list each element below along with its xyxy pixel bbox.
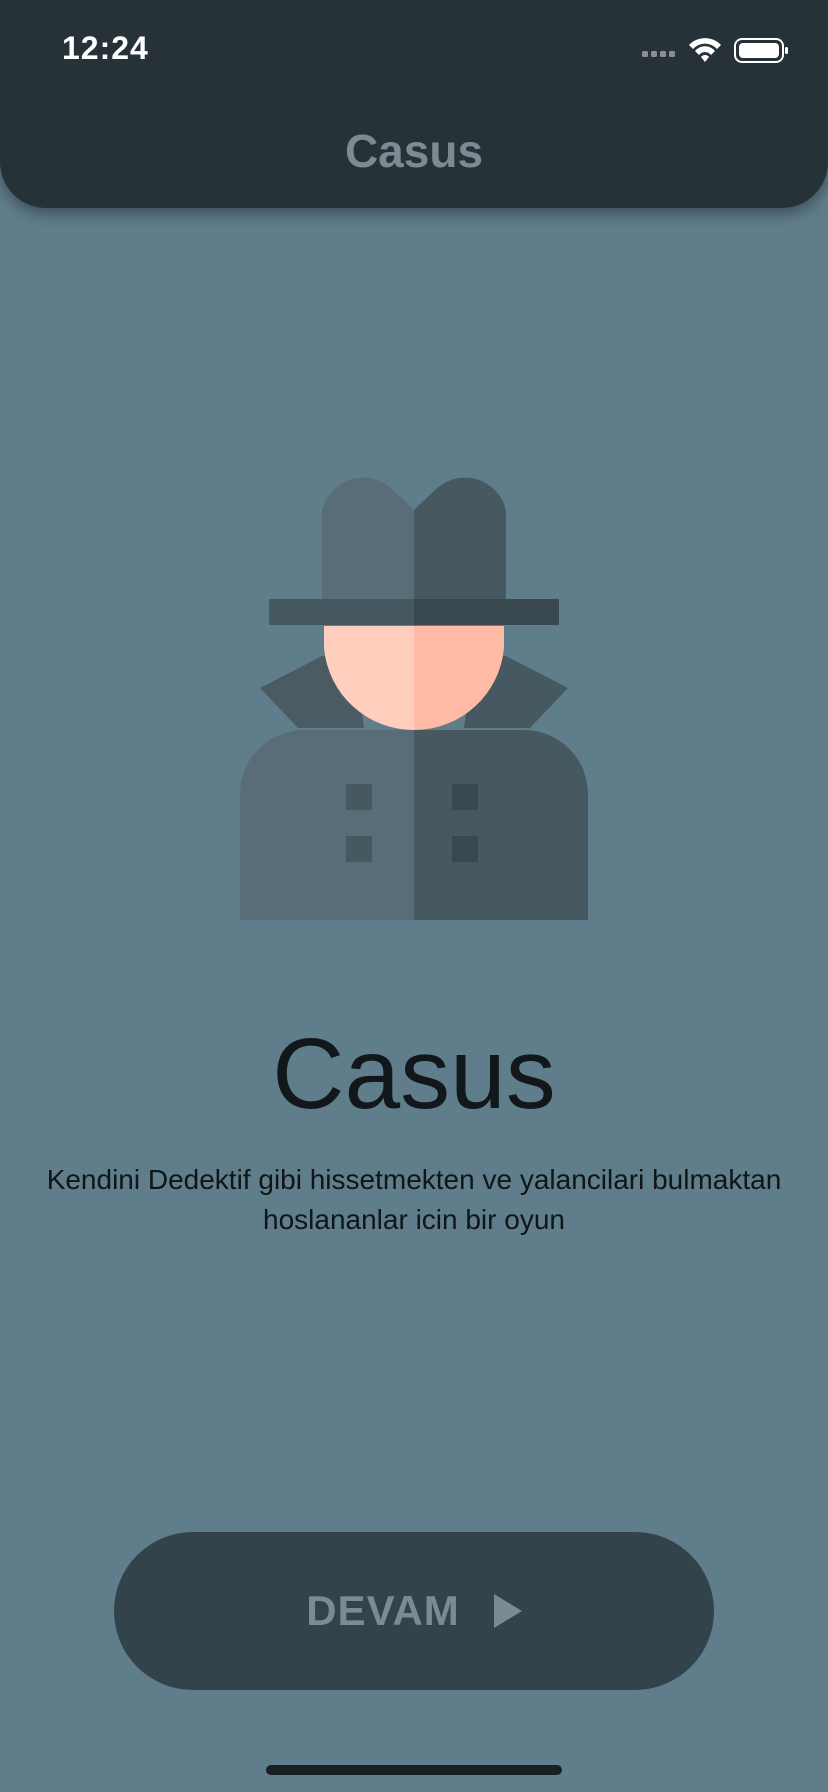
battery-icon xyxy=(734,38,788,63)
wifi-icon xyxy=(689,38,721,62)
continue-button-label: DEVAM xyxy=(306,1587,460,1634)
app-bar: 12:24 Casus xyxy=(0,0,828,208)
continue-button[interactable]: DEVAM xyxy=(114,1532,714,1690)
home-indicator[interactable] xyxy=(266,1765,562,1775)
cellular-signal-icon xyxy=(642,51,675,57)
status-icons xyxy=(642,38,788,63)
app-bar-title: Casus xyxy=(344,125,484,177)
play-arrow-icon xyxy=(493,1594,522,1628)
hero-title: Casus xyxy=(272,1018,556,1130)
hero-description: Kendini Dedektif gibi hissetmekten ve ya… xyxy=(46,1164,782,1235)
spy-detective-icon xyxy=(240,477,588,920)
status-time: 12:24 xyxy=(62,30,149,66)
screen: 12:24 Casus Casus Kendini Dedektif gibi … xyxy=(0,0,828,1792)
